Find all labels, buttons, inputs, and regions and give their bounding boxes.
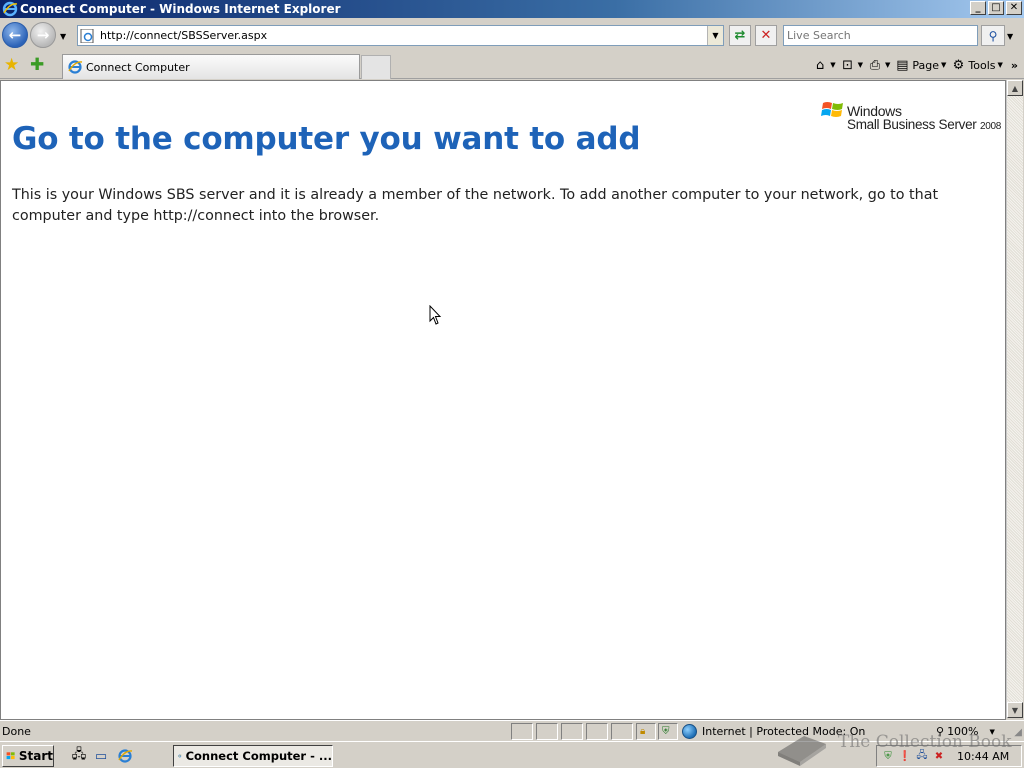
toolbar-overflow-chevron-icon[interactable]: »	[1011, 59, 1018, 72]
tab-connect-computer[interactable]: Connect Computer	[62, 54, 360, 79]
logo-product-text: Small Business Server 2008	[847, 117, 1001, 132]
alert-icon[interactable]: ❗	[898, 749, 912, 763]
close-button[interactable]: ✕	[1006, 1, 1022, 15]
mouse-cursor-icon	[429, 305, 442, 325]
page-menu-label: Page	[912, 58, 939, 72]
home-button[interactable]: ⌂ ▼	[812, 56, 836, 74]
address-dropdown-button[interactable]: ▼	[707, 26, 723, 45]
rss-feed-icon: ⊡	[842, 57, 854, 73]
minimize-button[interactable]: _	[970, 1, 986, 15]
clock[interactable]: 10:44 AM	[957, 750, 1009, 763]
ie-quicklaunch-icon[interactable]	[116, 747, 134, 765]
server-manager-icon[interactable]: 🖧︎	[70, 747, 88, 765]
taskbar-item-connect-computer[interactable]: Connect Computer - ...	[173, 745, 333, 767]
status-cell	[536, 723, 558, 740]
back-button[interactable]: ←	[2, 22, 28, 48]
address-bar[interactable]: http://connect/SBSServer.aspx ▼	[77, 25, 724, 46]
print-dropdown-icon[interactable]: ▼	[885, 61, 890, 69]
page-body-text: This is your Windows SBS server and it i…	[12, 187, 939, 224]
security-lock-cell: 🔒︎	[636, 723, 656, 740]
tools-menu-dropdown-icon: ▼	[997, 61, 1003, 69]
lock-icon: 🔒︎	[640, 726, 646, 737]
search-box[interactable]	[783, 25, 978, 46]
ie-icon	[178, 754, 182, 758]
system-tray: ⛨ ❗ 🖧︎ ✖ 10:44 AM	[876, 745, 1022, 767]
favorites-star-icon[interactable]: ★	[4, 56, 22, 74]
popup-blocker-icon: ⛨	[662, 726, 670, 737]
zoom-level: 100%	[947, 725, 979, 738]
address-toolbar: ← → ▼ http://connect/SBSServer.aspx ▼ ⇄ …	[0, 18, 1024, 52]
page-heading: Go to the computer you want to add	[12, 121, 641, 157]
popup-blocker-cell[interactable]: ⛨	[658, 723, 678, 740]
stop-icon: ✕	[760, 28, 772, 43]
new-tab-button[interactable]	[361, 55, 391, 79]
window-title: Connect Computer - Windows Internet Expl…	[20, 2, 341, 16]
title-bar: Connect Computer - Windows Internet Expl…	[0, 0, 1024, 18]
page-icon	[80, 28, 94, 43]
page-menu-button[interactable]: ▤ Page ▼	[894, 56, 946, 74]
add-favorites-icon[interactable]: ✚	[30, 56, 48, 74]
security-zone[interactable]: Internet | Protected Mode: On	[680, 723, 927, 740]
address-url[interactable]: http://connect/SBSServer.aspx	[100, 29, 267, 42]
zoom-magnifier-icon: ⚲	[936, 725, 945, 738]
scroll-down-button[interactable]: ▼	[1007, 702, 1023, 718]
status-bar: Done 🔒︎ ⛨ Internet | Protected Mode: On …	[0, 720, 1024, 741]
forward-button[interactable]: →	[30, 22, 56, 48]
home-dropdown-icon[interactable]: ▼	[830, 61, 835, 69]
status-cell	[511, 723, 533, 740]
status-text: Done	[2, 725, 31, 738]
stop-button[interactable]: ✕	[755, 25, 777, 46]
command-bar: ⌂ ▼ ⊡ ▼ ⎙ ▼ ▤ Page ▼ ⚙ Tools ▼ »	[812, 56, 1018, 74]
zoom-control[interactable]: ⚲ 100% ▼	[936, 723, 1008, 740]
ie-icon	[68, 60, 83, 74]
start-button[interactable]: Start	[2, 745, 54, 767]
feeds-button[interactable]: ⊡ ▼	[840, 56, 863, 74]
scroll-up-button[interactable]: ▲	[1007, 80, 1023, 96]
refresh-icon: ⇄	[734, 28, 746, 43]
resize-grip-icon[interactable]: ◢	[1014, 727, 1022, 738]
ie-icon	[2, 1, 18, 17]
show-desktop-icon[interactable]: ▭	[92, 747, 110, 765]
status-cell	[611, 723, 633, 740]
start-label: Start	[18, 749, 53, 763]
search-button[interactable]: ⚲	[981, 25, 1005, 46]
taskbar-item-label: Connect Computer - ...	[185, 749, 332, 763]
page-menu-dropdown-icon: ▼	[941, 61, 947, 69]
globe-icon	[682, 724, 697, 739]
logo-product-name: Small Business Server	[847, 117, 977, 132]
recent-pages-dropdown-icon[interactable]: ▼	[60, 32, 66, 41]
page-menu-icon: ▤	[896, 57, 909, 73]
status-cell	[586, 723, 608, 740]
tools-menu-button[interactable]: ⚙ Tools ▼	[950, 56, 1003, 74]
page-content: Windows Small Business Server 2008 Go to…	[0, 80, 1006, 720]
maximize-button[interactable]: □	[988, 1, 1004, 15]
printer-icon: ⎙	[869, 57, 881, 73]
print-button[interactable]: ⎙ ▼	[867, 56, 891, 74]
sbs-logo: Windows Small Business Server 2008	[821, 98, 1001, 134]
logo-year: 2008	[979, 121, 1001, 132]
home-icon: ⌂	[816, 57, 825, 73]
forward-arrow-icon: →	[36, 26, 50, 44]
tools-menu-label: Tools	[968, 58, 996, 72]
security-shield-icon[interactable]: ⛨	[881, 749, 895, 763]
security-zone-text: Internet | Protected Mode: On	[702, 725, 866, 738]
window-controls: _ □ ✕	[970, 1, 1022, 15]
search-input[interactable]	[787, 29, 972, 42]
tab-bar: ★ ✚ Connect Computer ⌂ ▼ ⊡ ▼ ⎙ ▼ ▤ Page ▼ ⚙…	[0, 52, 1024, 79]
back-arrow-icon: ←	[8, 26, 22, 44]
gear-icon: ⚙	[952, 57, 965, 73]
status-cell	[561, 723, 583, 740]
feeds-dropdown-icon[interactable]: ▼	[858, 61, 863, 69]
taskbar: Start 🖧︎ ▭ Connect Computer - ... ⛨ ❗ 🖧︎…	[0, 741, 1024, 768]
volume-muted-icon[interactable]: ✖	[932, 749, 946, 763]
windows-start-icon	[6, 752, 15, 760]
vertical-scrollbar[interactable]: ▲ ▼	[1006, 80, 1023, 718]
network-icon[interactable]: 🖧︎	[915, 749, 929, 763]
tab-label: Connect Computer	[86, 60, 190, 74]
search-options-dropdown-icon[interactable]: ▼	[1007, 32, 1013, 41]
windows-flag-icon	[821, 102, 843, 117]
refresh-button[interactable]: ⇄	[729, 25, 751, 46]
zoom-dropdown-icon: ▼	[989, 727, 995, 736]
search-icon: ⚲	[988, 28, 998, 43]
